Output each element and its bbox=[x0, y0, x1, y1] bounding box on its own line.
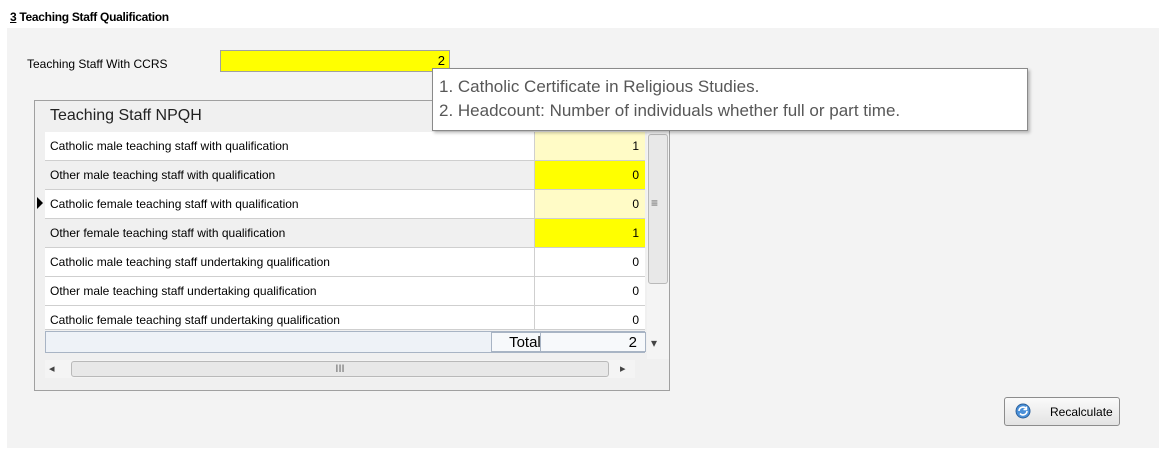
recalculate-icon bbox=[1015, 403, 1031, 419]
row-value-cell[interactable]: 1 bbox=[535, 219, 645, 247]
info-tooltip: 1. Catholic Certificate in Religious Stu… bbox=[432, 68, 1028, 131]
recalculate-label: Recalculate bbox=[1050, 405, 1113, 419]
row-value-cell[interactable]: 1 bbox=[535, 132, 645, 160]
scroll-down-arrow-icon[interactable]: ▾ bbox=[651, 336, 657, 350]
table-row[interactable]: Other female teaching staff with qualifi… bbox=[45, 219, 645, 248]
table-row[interactable]: Catholic male teaching staff undertaking… bbox=[45, 248, 645, 277]
total-row: Total staff 2 bbox=[45, 331, 646, 353]
row-label: Other male teaching staff undertaking qu… bbox=[45, 277, 535, 305]
row-label: Catholic male teaching staff undertaking… bbox=[45, 248, 535, 276]
tooltip-line-1: 1. Catholic Certificate in Religious Stu… bbox=[439, 77, 760, 96]
scroll-grip-icon: ≡ bbox=[651, 196, 659, 210]
row-label: Other male teaching staff with qualifica… bbox=[45, 161, 535, 189]
scroll-left-arrow-icon[interactable]: ◂ bbox=[49, 362, 55, 375]
grid-title: Teaching Staff NPQH bbox=[50, 107, 202, 124]
table-row[interactable]: Other male teaching staff undertaking qu… bbox=[45, 277, 645, 306]
table-row[interactable]: Catholic male teaching staff with qualif… bbox=[45, 132, 645, 161]
section-title: 3 Teaching Staff Qualification bbox=[10, 10, 169, 24]
row-value-cell[interactable]: 0 bbox=[535, 248, 645, 276]
scroll-right-arrow-icon[interactable]: ▸ bbox=[620, 362, 626, 375]
total-value: 2 bbox=[540, 332, 646, 352]
recalculate-button[interactable]: Recalculate bbox=[1004, 397, 1120, 426]
row-value-cell[interactable]: 0 bbox=[535, 190, 645, 218]
tooltip-line-2: 2. Headcount: Number of individuals whet… bbox=[439, 101, 901, 120]
ccrs-input[interactable]: 2 bbox=[220, 50, 450, 72]
row-value-cell[interactable]: 0 bbox=[535, 161, 645, 189]
table-row[interactable]: Catholic female teaching staff with qual… bbox=[45, 190, 645, 219]
row-value-cell[interactable]: 0 bbox=[535, 277, 645, 305]
row-label: Catholic male teaching staff with qualif… bbox=[45, 132, 535, 160]
horizontal-scroll-thumb[interactable]: III bbox=[71, 361, 609, 377]
row-value-cell[interactable]: 0 bbox=[535, 306, 645, 329]
table-row[interactable]: Catholic female teaching staff undertaki… bbox=[45, 306, 645, 330]
row-label: Catholic female teaching staff with qual… bbox=[45, 190, 535, 218]
table-row[interactable]: Other male teaching staff with qualifica… bbox=[45, 161, 645, 190]
row-label: Other female teaching staff with qualifi… bbox=[45, 219, 535, 247]
current-row-pointer-icon bbox=[37, 197, 43, 209]
row-label: Catholic female teaching staff undertaki… bbox=[45, 306, 535, 329]
section-number: 3 bbox=[10, 10, 17, 24]
ccrs-label: Teaching Staff With CCRS bbox=[27, 57, 168, 71]
section-title-text: Teaching Staff Qualification bbox=[19, 10, 169, 24]
